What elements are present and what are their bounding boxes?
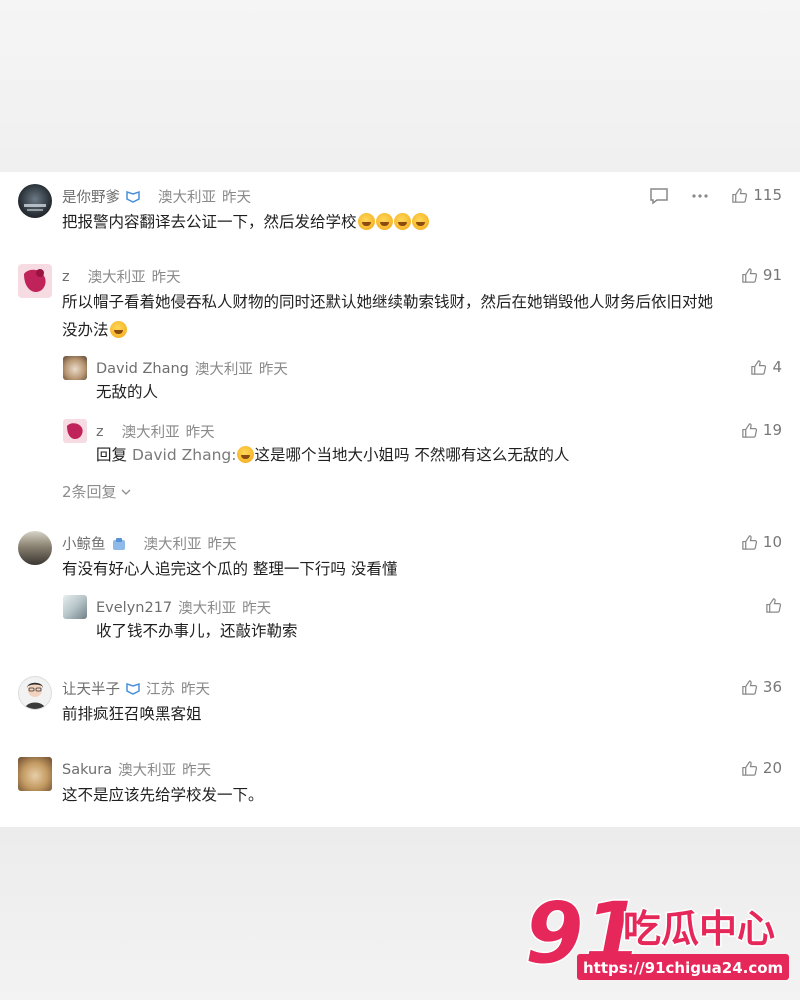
timestamp: 昨天 (182, 763, 212, 779)
username[interactable]: z (62, 269, 70, 285)
like-count: 10 (762, 533, 782, 551)
timestamp: 昨天 (258, 362, 288, 378)
avatar[interactable] (63, 595, 87, 619)
avatar[interactable] (63, 419, 87, 443)
location: 澳大利亚 (178, 601, 237, 617)
like-button[interactable]: 20 (741, 759, 782, 777)
badge-icon (112, 537, 125, 550)
username[interactable]: 让天半子 (62, 678, 120, 699)
timestamp: 昨天 (185, 425, 215, 441)
avatar[interactable] (63, 356, 87, 380)
avatar[interactable] (18, 264, 52, 298)
location: 澳大利亚 (143, 537, 202, 553)
like-count: 20 (762, 759, 782, 777)
more-replies-button[interactable]: 2条回复 (62, 481, 131, 502)
verified-icon (126, 682, 140, 695)
username[interactable]: Sakura (62, 762, 112, 778)
emoji-icon (411, 213, 429, 230)
thumbs-up-icon (751, 359, 767, 375)
emoji-icon (375, 213, 393, 230)
thumbs-up-icon (742, 679, 757, 695)
comment-text: 把报警内容翻译去公证一下，然后发给学校 (62, 208, 429, 236)
avatar[interactable] (18, 757, 52, 791)
comment-meta: 是你野爹 澳大利亚 昨天 (62, 186, 251, 207)
avatar[interactable] (18, 184, 52, 218)
timestamp: 昨天 (207, 537, 237, 553)
comment-list: 是你野爹 澳大利亚 昨天 把报警内容翻译去公证一下，然后发给学校 115 z 澳… (0, 172, 800, 827)
thumbs-up-icon (742, 534, 757, 550)
username[interactable]: David Zhang (96, 361, 189, 377)
username[interactable]: 小鲸鱼 (62, 533, 106, 554)
username[interactable]: Evelyn217 (96, 600, 172, 616)
location: 澳大利亚 (121, 425, 180, 441)
watermark-logo: 91 吃瓜中心 https://91chigua24.com (524, 880, 795, 990)
timestamp: 昨天 (222, 190, 251, 206)
emoji-icon (357, 213, 375, 230)
avatar[interactable] (18, 531, 52, 565)
comment-text: 所以帽子看着她侵吞私人财物的同时还默认她继续勒索钱财，然后在她销毁他人财务后依旧… (62, 293, 714, 339)
thumbs-up-icon (742, 760, 757, 776)
like-button[interactable]: 36 (741, 678, 782, 696)
more-icon[interactable] (690, 186, 710, 206)
avatar[interactable] (18, 676, 52, 710)
logo-url: https://91chigua24.com (583, 959, 783, 977)
location: 澳大利亚 (158, 190, 216, 206)
comment-text: 前排疯狂召唤黑客姐 (62, 705, 202, 723)
like-button[interactable]: 4 (750, 358, 782, 376)
comment-meta: 让天半子 江苏 昨天 (62, 678, 210, 699)
like-button[interactable]: 10 (741, 533, 782, 551)
verified-icon (126, 190, 140, 203)
username[interactable]: 是你野爹 (62, 186, 120, 207)
logo-title: 吃瓜中心 (623, 907, 775, 951)
thumbs-up-icon (732, 187, 748, 203)
like-count: 115 (753, 186, 782, 204)
like-button[interactable]: 91 (741, 266, 782, 284)
thumbs-up-icon (742, 422, 757, 438)
reply-mention[interactable]: David Zhang (132, 446, 231, 464)
reply-text: 收了钱不办事儿，还敲诈勒索 (96, 622, 298, 640)
reply-text: 回复 David Zhang: 这是哪个当地大小姐吗 不然哪有这么无敌的人 (96, 446, 570, 464)
emoji-icon (237, 446, 255, 463)
like-button[interactable]: 115 (731, 186, 782, 204)
chevron-down-icon (121, 489, 131, 495)
comment-meta: 小鲸鱼 澳大利亚 昨天 (62, 533, 237, 554)
like-button[interactable]: 19 (741, 421, 782, 439)
location: 江苏 (146, 682, 175, 698)
emoji-icon (393, 213, 411, 230)
like-count: 19 (762, 421, 782, 439)
location: 澳大利亚 (194, 362, 253, 378)
thumbs-up-icon (766, 598, 782, 613)
timestamp: 昨天 (181, 682, 210, 698)
timestamp: 昨天 (151, 270, 181, 286)
location: 澳大利亚 (87, 270, 146, 286)
like-count: 36 (762, 678, 782, 696)
comment-meta: z 澳大利亚 昨天 (62, 266, 181, 287)
timestamp: 昨天 (242, 601, 272, 617)
like-count: 91 (762, 266, 782, 284)
comment-meta: Sakura 澳大利亚 昨天 (62, 759, 211, 780)
reply-meta: David Zhang 澳大利亚 昨天 (96, 358, 288, 379)
reply-meta: z 澳大利亚 昨天 (96, 421, 215, 442)
like-button[interactable] (765, 597, 782, 614)
like-count: 4 (772, 358, 782, 376)
reply-meta: Evelyn217 澳大利亚 昨天 (96, 597, 271, 618)
emoji-icon (109, 321, 127, 338)
reply-text: 无敌的人 (96, 383, 159, 401)
thumbs-up-icon (742, 267, 757, 283)
location: 澳大利亚 (118, 763, 177, 779)
comment-text: 有没有好心人追完这个瓜的 整理一下行吗 没看懂 (62, 560, 398, 578)
username[interactable]: z (96, 424, 104, 440)
comment-icon[interactable] (649, 186, 669, 206)
comment-text: 这不是应该先给学校发一下。 (62, 786, 264, 804)
